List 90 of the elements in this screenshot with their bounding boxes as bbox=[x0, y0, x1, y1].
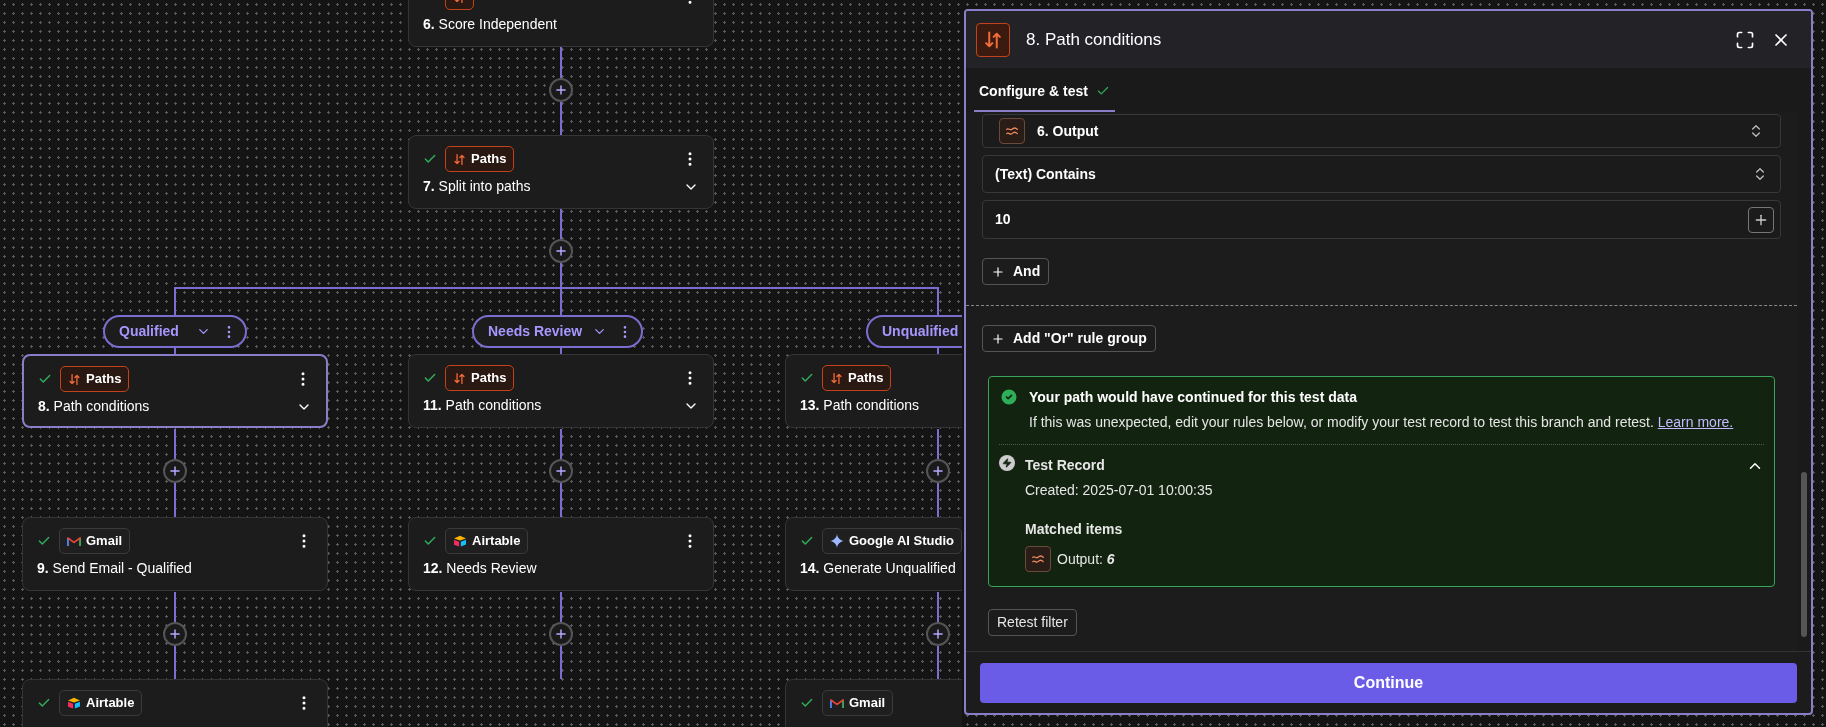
connector-line bbox=[560, 483, 562, 517]
box-icon bbox=[67, 697, 81, 709]
success-icon bbox=[999, 387, 1019, 407]
plus-icon bbox=[931, 464, 945, 478]
path-label[interactable]: Needs Review bbox=[472, 315, 644, 348]
add-or-group-button[interactable]: Add "Or" rule group bbox=[982, 325, 1156, 352]
lightning-icon bbox=[999, 455, 1015, 471]
envelope-m-icon bbox=[67, 535, 81, 547]
step-title: 12. Needs Review bbox=[423, 559, 538, 578]
step-title: 11. Path conditions bbox=[423, 396, 543, 415]
app-badge: Gmail bbox=[59, 528, 131, 554]
add-step-button[interactable] bbox=[926, 459, 950, 483]
app-badge: Paths bbox=[445, 365, 515, 391]
connector-line bbox=[560, 592, 562, 622]
plus-icon bbox=[168, 627, 182, 641]
plus-icon bbox=[991, 264, 1005, 279]
learn-more-link[interactable]: Learn more. bbox=[1657, 414, 1734, 430]
step-card[interactable]: Paths 7. Split into paths bbox=[408, 135, 714, 209]
box-icon bbox=[453, 535, 467, 547]
step-card[interactable]: 6. Score Independent bbox=[408, 0, 714, 47]
step-card[interactable]: Gmail bbox=[785, 679, 962, 727]
add-step-button[interactable] bbox=[549, 239, 573, 263]
path-label[interactable]: Qualified bbox=[103, 315, 247, 348]
add-step-button[interactable] bbox=[549, 622, 573, 646]
step-title: 8. Path conditions bbox=[38, 397, 151, 416]
result-title: Your path would have continued for this test data bbox=[1029, 388, 1358, 407]
plus-icon bbox=[554, 464, 568, 478]
add-step-button[interactable] bbox=[549, 459, 573, 483]
app-badge: Paths bbox=[60, 366, 130, 392]
add-step-button[interactable] bbox=[926, 622, 950, 646]
matched-title: Matched items bbox=[1025, 520, 1124, 539]
add-step-button[interactable] bbox=[163, 622, 187, 646]
step-title: 13. Path conditions bbox=[800, 396, 921, 415]
connector-line bbox=[560, 102, 562, 135]
step-card[interactable]: Airtable bbox=[22, 679, 328, 727]
path-label[interactable]: Unqualified bbox=[866, 315, 962, 348]
step-card[interactable]: Paths 13. Path conditions bbox=[785, 354, 962, 428]
step-title: 14. Generate Unqualified bbox=[800, 559, 957, 578]
app-badge: Google AI Studio bbox=[822, 528, 962, 554]
connector-line bbox=[174, 429, 176, 459]
value-field[interactable]: 10 bbox=[982, 200, 1781, 239]
plus-icon bbox=[554, 627, 568, 641]
connector-line bbox=[560, 429, 562, 459]
envelope-m-icon bbox=[830, 697, 844, 709]
plus-icon bbox=[168, 464, 182, 478]
add-step-button[interactable] bbox=[549, 78, 573, 102]
retest-button[interactable]: Retest filter bbox=[988, 609, 1077, 636]
connector-line bbox=[937, 429, 939, 459]
record-created: Created: 2025-07-01 10:00:35 bbox=[1025, 481, 1214, 500]
connector-line bbox=[937, 592, 939, 622]
panel-title: 8. Path conditions bbox=[1026, 28, 1163, 51]
record-title: Test Record bbox=[1025, 456, 1106, 475]
insert-data-button[interactable] bbox=[1748, 206, 1774, 233]
result-message: If this was unexpected, edit your rules below, or modify your test record to test this branch and retest. Learn more. bbox=[1029, 413, 1734, 432]
plus-icon bbox=[554, 83, 568, 97]
app-badge: Paths bbox=[445, 146, 515, 172]
app-badge: Paths bbox=[822, 365, 892, 391]
expand-icon[interactable] bbox=[1735, 29, 1755, 50]
step-card[interactable]: Paths 11. Path conditions bbox=[408, 354, 714, 428]
connector-line bbox=[560, 47, 562, 78]
sparkle-icon bbox=[830, 534, 844, 548]
connector-line bbox=[174, 592, 176, 622]
field-select[interactable]: 6. Output bbox=[982, 114, 1781, 148]
plus-icon bbox=[931, 627, 945, 641]
step-card[interactable]: Airtable 12. Needs Review bbox=[408, 517, 714, 591]
continue-button[interactable]: Continue bbox=[980, 663, 1797, 703]
step-card[interactable]: Paths 8. Path conditions bbox=[22, 354, 328, 428]
formatter-icon bbox=[1025, 546, 1051, 572]
add-step-button[interactable] bbox=[163, 459, 187, 483]
app-badge: Airtable bbox=[59, 690, 143, 716]
step-title: 7. Split into paths bbox=[423, 177, 532, 196]
plus-icon bbox=[554, 244, 568, 258]
app-badge: Airtable bbox=[445, 528, 529, 554]
connector-line bbox=[937, 646, 939, 679]
matched-item: Output: 6 bbox=[1057, 549, 1115, 569]
connector-line bbox=[560, 209, 562, 239]
step-title: 9. Send Email - Qualified bbox=[37, 559, 193, 578]
step-card[interactable]: Gmail 9. Send Email - Qualified bbox=[22, 517, 328, 591]
plus-icon bbox=[991, 331, 1005, 346]
condition-select[interactable]: (Text) Contains bbox=[982, 155, 1781, 193]
connector-line bbox=[560, 646, 562, 679]
connector-line bbox=[174, 483, 176, 517]
tab[interactable]: Configure & test bbox=[974, 72, 1115, 112]
connector-line bbox=[937, 483, 939, 517]
step-title: 6. Score Independent bbox=[423, 15, 558, 34]
formatter-icon bbox=[999, 118, 1025, 144]
app-badge: Gmail bbox=[822, 690, 894, 716]
connector-line bbox=[174, 646, 176, 679]
step-card[interactable]: Google AI Studio 14. Generate Unqualified bbox=[785, 517, 962, 591]
and-button[interactable]: And bbox=[982, 258, 1050, 285]
